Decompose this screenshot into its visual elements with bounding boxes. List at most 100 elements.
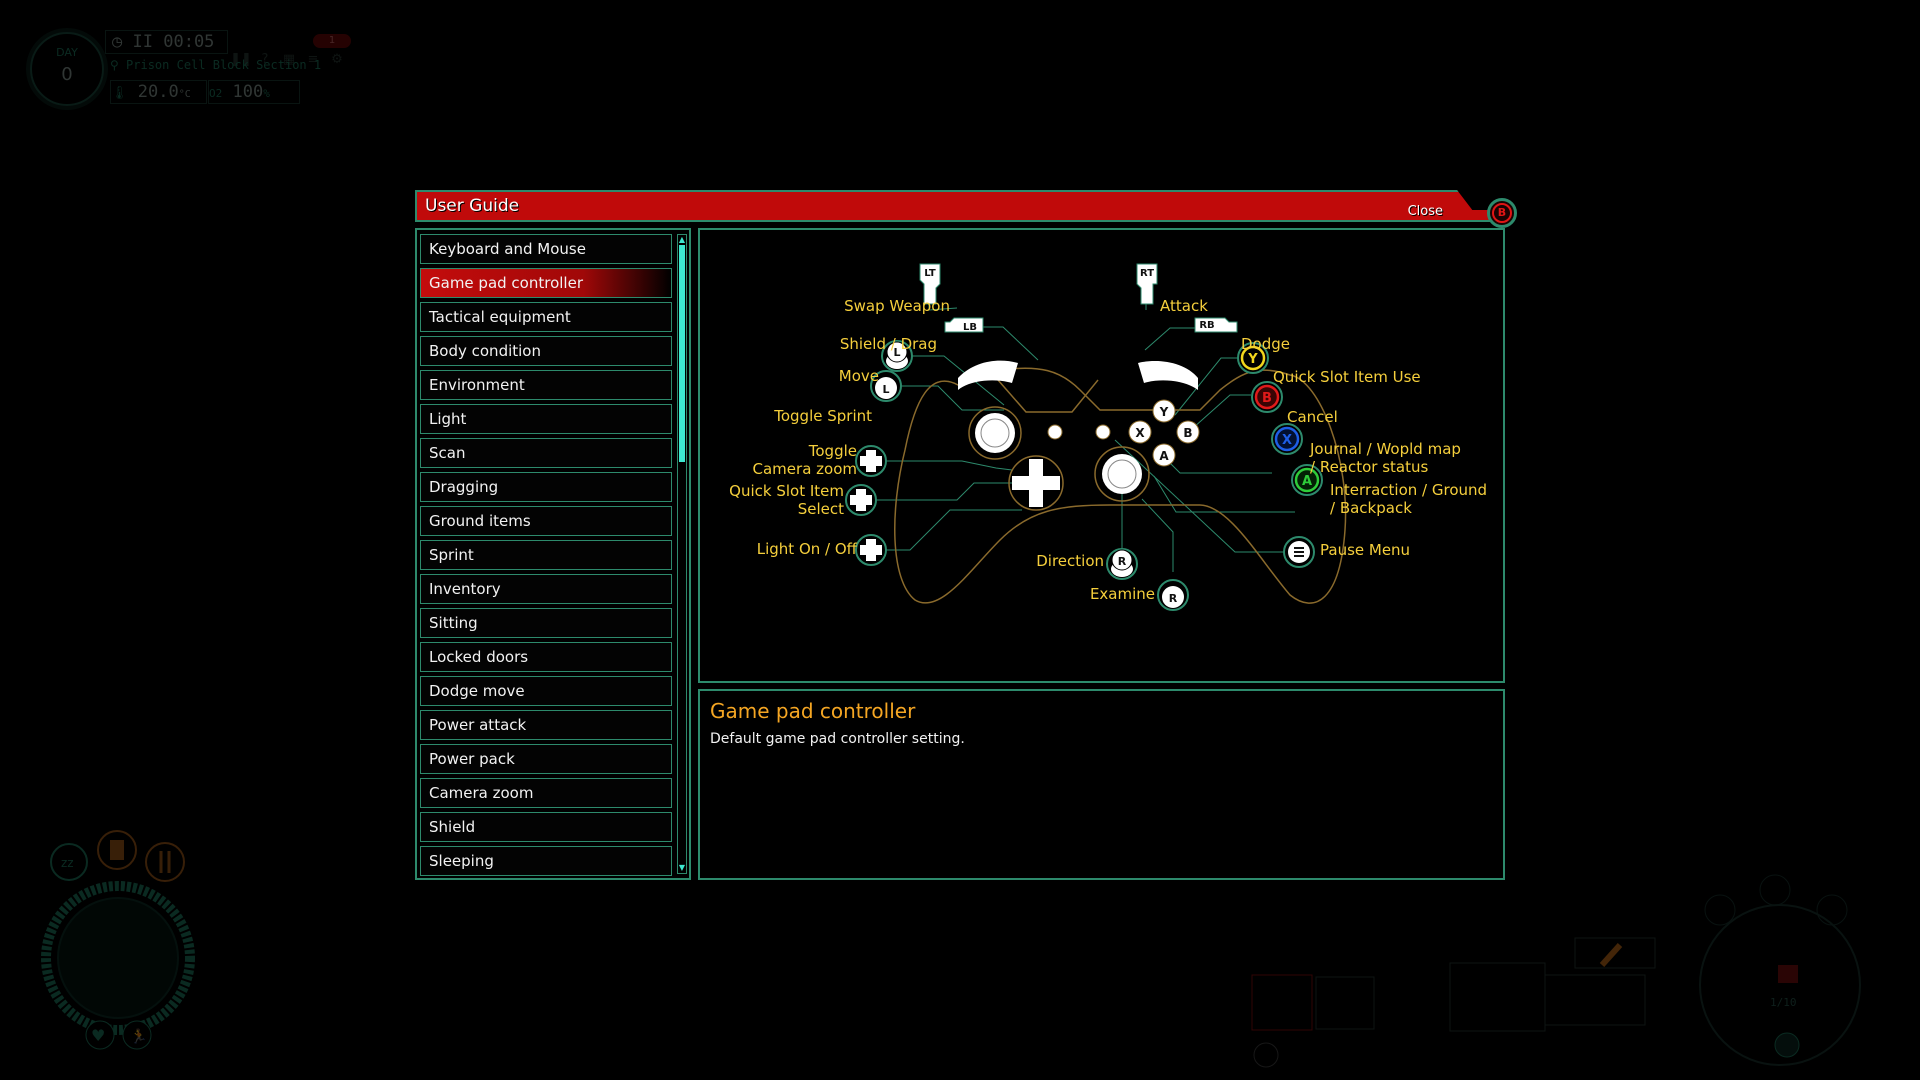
label-lt: Swap Weapon bbox=[844, 297, 950, 315]
topic-item[interactable]: Ground items bbox=[420, 506, 672, 536]
day-counter: DAY 0 bbox=[30, 32, 104, 106]
label-left-stick-click: Toggle Sprint bbox=[774, 407, 872, 425]
label-dpad-lr-1: Quick Slot Item bbox=[729, 482, 844, 500]
label-left-stick-move: Move bbox=[838, 367, 879, 385]
svg-text:♥: ♥ bbox=[91, 1026, 105, 1045]
svg-text:🏃: 🏃 bbox=[130, 1028, 147, 1045]
topic-item[interactable]: Dodge move bbox=[420, 676, 672, 706]
svg-text:B: B bbox=[1183, 426, 1192, 440]
scroll-down-icon[interactable]: ▼ bbox=[678, 864, 686, 872]
location-pin-icon: ⚲ bbox=[110, 58, 119, 72]
controller-diagram-panel: Y X B A LT RT LB RB L L Y B X A R R Swap… bbox=[698, 228, 1505, 683]
topic-item[interactable]: Sprint bbox=[420, 540, 672, 570]
topic-item[interactable]: Keyboard and Mouse bbox=[420, 234, 672, 264]
label-rt: Attack bbox=[1160, 297, 1208, 315]
oxygen-icon: O2 bbox=[209, 87, 223, 100]
svg-text:LB: LB bbox=[963, 322, 977, 333]
day-value: 0 bbox=[61, 64, 73, 85]
svg-text:RB: RB bbox=[1199, 320, 1214, 331]
tool-slot bbox=[1544, 974, 1646, 1026]
svg-text:zz: zz bbox=[61, 856, 74, 870]
label-right-stick-click: Examine bbox=[1089, 585, 1155, 603]
scroll-thumb[interactable] bbox=[679, 245, 685, 462]
label-a-2: / Backpack bbox=[1330, 499, 1412, 517]
weapon-slot-1 bbox=[1251, 974, 1313, 1031]
label-dpad-lr-2: Select bbox=[797, 500, 844, 518]
temperature-value: 20.0 bbox=[137, 82, 179, 102]
lb-bumper bbox=[958, 360, 1018, 390]
temperature: 🌡 20.0°C bbox=[110, 80, 207, 104]
svg-text:R: R bbox=[1118, 555, 1127, 568]
label-x-2: / Reactor status bbox=[1310, 458, 1429, 476]
svg-text:A: A bbox=[1159, 449, 1169, 463]
rb-bumper bbox=[1138, 360, 1198, 390]
dialog-title: User Guide bbox=[425, 196, 520, 216]
user-guide-dialog: User Guide Close B Keyboard and Mouse Gam… bbox=[415, 190, 1517, 882]
timer-value: 00:05 bbox=[163, 32, 215, 52]
item-slot bbox=[1449, 962, 1546, 1032]
location-text: Prison Cell Block Section 1 bbox=[126, 58, 322, 72]
day-label: DAY bbox=[56, 46, 78, 59]
scrollbar[interactable]: ▲ ▼ bbox=[677, 234, 687, 874]
topic-item[interactable]: Locked doors bbox=[420, 642, 672, 672]
topic-item[interactable]: Dragging bbox=[420, 472, 672, 502]
thermometer-icon: 🌡 bbox=[111, 86, 128, 101]
svg-text:X: X bbox=[1135, 426, 1145, 440]
topic-item[interactable]: Camera zoom bbox=[420, 778, 672, 808]
topic-item[interactable]: Sitting bbox=[420, 608, 672, 638]
label-dpad-up-2: Camera zoom bbox=[752, 460, 857, 478]
topic-item[interactable]: Power attack bbox=[420, 710, 672, 740]
pause-glyph: II bbox=[132, 32, 153, 52]
notification-badge: 1 bbox=[313, 34, 351, 48]
topic-list: Keyboard and Mouse Game pad controller Tac… bbox=[415, 228, 691, 880]
wrench-icon bbox=[1774, 1032, 1800, 1058]
label-menu: Pause Menu bbox=[1320, 541, 1411, 559]
oxygen: O2 100% bbox=[208, 80, 300, 104]
food-icon bbox=[145, 842, 185, 882]
oxygen-value: 100 bbox=[232, 82, 264, 102]
topic-item[interactable]: Sleeping bbox=[420, 846, 672, 876]
timer: ◷ II 00:05 bbox=[105, 30, 228, 54]
equipment-hud: 1/10 bbox=[1251, 874, 1861, 1068]
label-x-1: Journal / Wopld map bbox=[1310, 440, 1461, 458]
svg-text:R: R bbox=[1169, 592, 1178, 605]
label-a-1: Interraction / Ground bbox=[1330, 481, 1488, 499]
topic-item[interactable]: Inventory bbox=[420, 574, 672, 604]
label-right-stick-move: Direction bbox=[1036, 552, 1104, 570]
topic-item[interactable]: Tactical equipment bbox=[420, 302, 672, 332]
dpad bbox=[1012, 459, 1060, 507]
label-dpad-down: Light On / Off bbox=[756, 540, 857, 558]
settings-icon[interactable]: ⚙ bbox=[326, 52, 348, 70]
svg-text:B: B bbox=[1262, 391, 1272, 406]
close-button[interactable]: Close bbox=[1408, 204, 1443, 219]
description-text: Default game pad controller setting. bbox=[710, 731, 965, 747]
topic-item[interactable]: Body condition bbox=[420, 336, 672, 366]
close-b-button[interactable]: B bbox=[1487, 198, 1517, 228]
topic-item[interactable]: Game pad controller bbox=[420, 268, 672, 298]
scroll-up-icon[interactable]: ▲ bbox=[678, 236, 686, 244]
svg-text:Y: Y bbox=[1159, 405, 1169, 419]
label-dpad-up-1: Toggle bbox=[808, 442, 857, 460]
topic-item[interactable]: Shield bbox=[420, 812, 672, 842]
status-hud: DAY 0 ◷ II 00:05 ❚❚ ? ▦ ≡ ⚙ 1 ⚲ Prison C… bbox=[30, 20, 351, 110]
svg-text:X: X bbox=[1282, 433, 1292, 448]
label-rb: Dodge bbox=[1241, 335, 1290, 353]
label-b: Cancel bbox=[1287, 408, 1338, 426]
title-bar: User Guide bbox=[415, 190, 1505, 222]
topic-item[interactable]: Environment bbox=[420, 370, 672, 400]
topic-item[interactable]: Scan bbox=[420, 438, 672, 468]
svg-text:A: A bbox=[1302, 474, 1312, 489]
label-y: Quick Slot Item Use bbox=[1273, 368, 1421, 386]
vitals-hud: zz ♥ 🏃 bbox=[41, 830, 195, 1050]
topic-item[interactable]: Power pack bbox=[420, 744, 672, 774]
flare-icon bbox=[1599, 942, 1623, 968]
menu-button bbox=[1095, 424, 1111, 440]
oxygen-unit: % bbox=[263, 87, 270, 100]
topic-item[interactable]: Light bbox=[420, 404, 672, 434]
temperature-unit: °C bbox=[178, 89, 191, 100]
svg-text:LT: LT bbox=[924, 268, 936, 279]
label-lb: Shield / Drag bbox=[839, 335, 937, 353]
svg-text:RT: RT bbox=[1140, 268, 1154, 279]
clock-icon: ◷ bbox=[112, 32, 123, 52]
dpad-hint-icon bbox=[1253, 1042, 1279, 1068]
